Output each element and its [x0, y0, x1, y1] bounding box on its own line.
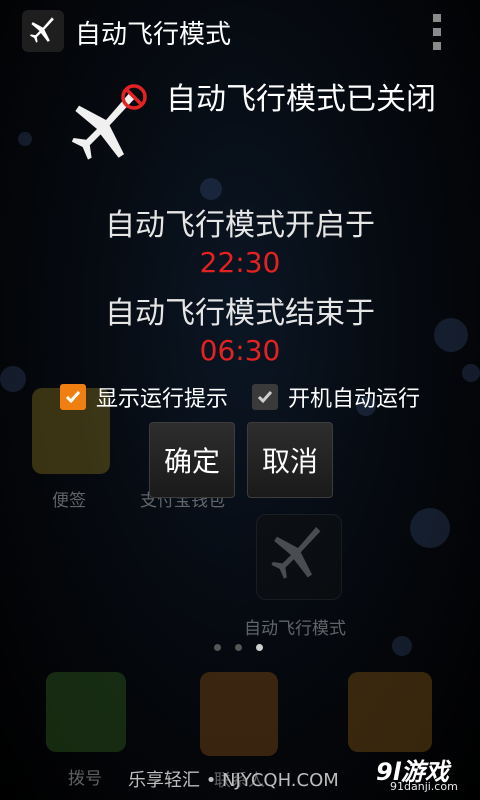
watermark-logo: 9l游戏 91danji.com	[370, 752, 474, 796]
autostart-checkbox[interactable]	[252, 384, 278, 410]
dialer-label: 拨号	[68, 769, 102, 789]
bokeh-dot	[0, 366, 26, 392]
page-indicator	[214, 644, 277, 651]
autostart-label: 开机自动运行	[288, 387, 421, 412]
app-icon	[22, 10, 64, 52]
prohibited-icon	[119, 82, 149, 112]
airplane-app-label: 自动飞行模式	[244, 619, 346, 639]
app-title: 自动飞行模式	[75, 20, 232, 50]
page-dot	[214, 644, 221, 651]
start-label: 自动飞行模式开启于	[105, 208, 375, 243]
airplane-icon	[30, 17, 54, 43]
title-bar: 自动飞行模式	[0, 0, 480, 64]
end-label: 自动飞行模式结束于	[105, 296, 375, 331]
bokeh-dot	[200, 178, 222, 200]
status-text: 自动飞行模式已关闭	[166, 82, 436, 117]
show-tips-option[interactable]: 显示运行提示	[60, 381, 228, 413]
airplane-app-icon	[270, 524, 326, 590]
show-tips-label: 显示运行提示	[96, 387, 229, 412]
show-tips-checkbox[interactable]	[60, 384, 86, 410]
start-time[interactable]: 22:30	[0, 246, 480, 279]
bokeh-dot	[392, 636, 412, 656]
messages-tile	[348, 672, 432, 752]
screen: 便签 支付宝钱包 自动飞行模式 拨号 联系人 自动飞行模式 自动飞行模式已关闭 …	[0, 0, 480, 800]
overflow-menu-icon[interactable]	[430, 14, 444, 50]
bokeh-dot	[18, 132, 32, 146]
end-time[interactable]: 06:30	[0, 334, 480, 367]
confirm-button[interactable]: 确定	[149, 422, 235, 498]
footer-brand: 乐享轻汇 • NJYCQH.COM	[128, 770, 339, 791]
cancel-button[interactable]: 取消	[247, 422, 333, 498]
bokeh-dot	[410, 508, 450, 548]
page-dot	[235, 644, 242, 651]
checkmark-icon	[65, 391, 81, 404]
page-dot-active	[256, 644, 263, 651]
contacts-tile	[200, 672, 278, 756]
watermark-sub: 91danji.com	[390, 780, 458, 793]
dialer-tile	[46, 672, 126, 752]
autostart-option[interactable]: 开机自动运行	[252, 381, 420, 413]
notes-app-label: 便签	[52, 491, 86, 511]
checkmark-icon	[257, 391, 273, 404]
